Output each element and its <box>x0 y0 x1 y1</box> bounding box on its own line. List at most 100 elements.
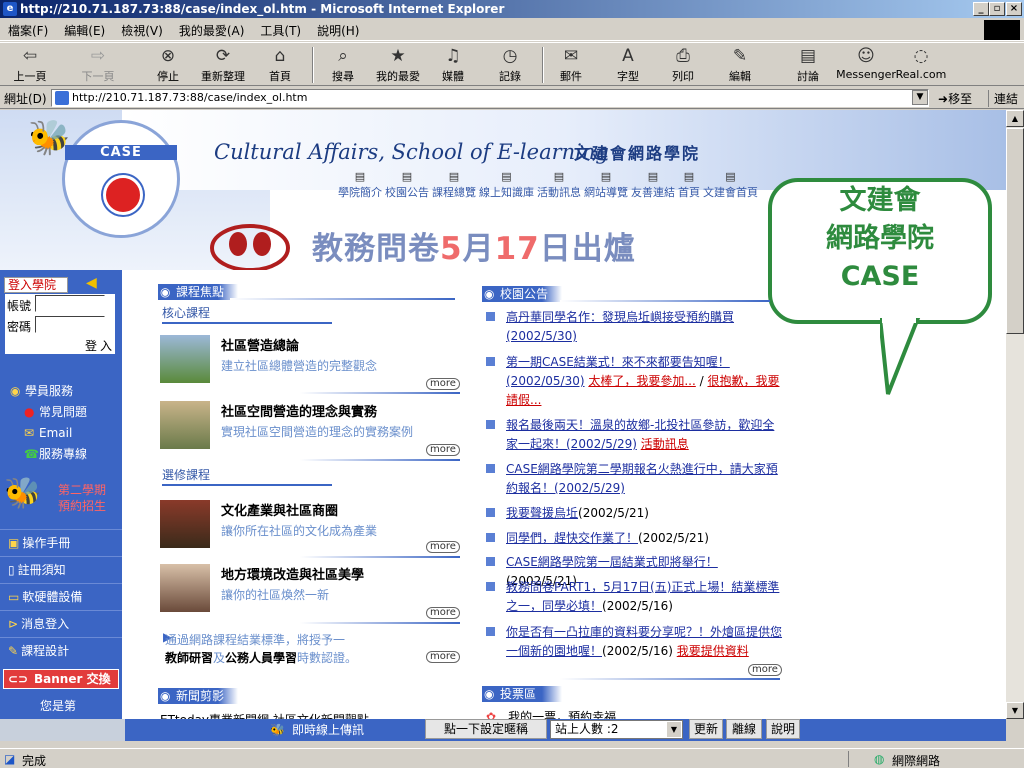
home-button[interactable]: ⌂ 首頁 <box>252 45 308 84</box>
login-tab[interactable]: 登入學院 <box>4 277 68 293</box>
online-count-select[interactable]: 站上人數 :2 <box>550 720 683 739</box>
mail-button[interactable]: ✉ 郵件 <box>543 45 599 84</box>
password-input[interactable] <box>35 316 105 333</box>
seal-text: CASE <box>65 145 177 160</box>
set-nickname-button[interactable]: 點一下設定暱稱 <box>425 719 547 739</box>
home-icon: ⌂ <box>274 46 286 66</box>
restore-button[interactable]: ▫ <box>989 2 1005 16</box>
course-item[interactable]: 地方環境改造與社區美學 讓你的社區煥然一新 <box>160 564 460 626</box>
menu-edit[interactable]: 編輯(E) <box>56 19 113 42</box>
news-item[interactable]: 報名最後兩天！溫泉的故鄉-北投社區參訪，歡迎全家一起來！(2002/5/29) … <box>486 416 782 454</box>
nav-home[interactable]: 首頁 <box>678 172 700 200</box>
news-item[interactable]: 高丹華同學名作：發現烏坵嶼接受預約購買(2002/5/30) <box>486 308 782 346</box>
course-item[interactable]: 文化產業與社區商圈 讓你所在社區的文化成為產業 <box>160 500 460 562</box>
vertical-scrollbar[interactable]: ▲ ▼ <box>1006 110 1024 719</box>
nav-student-services[interactable]: ◉ 學員服務 <box>0 380 122 402</box>
more-button[interactable]: more <box>426 378 460 390</box>
refresh-button[interactable]: ⟳ 重新整理 <box>195 45 251 84</box>
visitor-counter: 您是第 <box>40 699 77 713</box>
enroll-promo[interactable]: 🐝 第二學期 預約招生 <box>4 476 122 522</box>
pencil-icon: ✎ <box>8 644 19 658</box>
more-button[interactable]: more <box>426 541 460 553</box>
more-button[interactable]: more <box>426 607 460 619</box>
more-button[interactable]: more <box>426 444 460 456</box>
menu-favorites[interactable]: 我的最愛(A) <box>171 19 253 42</box>
news-item[interactable]: 同學們，趕快交作業了！(2002/5/21) <box>486 529 782 548</box>
menu-help[interactable]: 說明(H) <box>309 19 367 42</box>
more-button[interactable]: more <box>426 651 460 663</box>
ie-logo-icon: e <box>3 2 17 16</box>
scroll-thumb[interactable] <box>1006 128 1024 334</box>
arrow-left-icon: ◀ <box>86 275 97 291</box>
search-button[interactable]: ⌕ 搜尋 <box>315 45 371 84</box>
help-button[interactable]: 說明 <box>766 719 800 739</box>
banner-exchange-button[interactable]: ⊂⊃ Banner 交換 <box>3 669 119 689</box>
font-button[interactable]: A 字型 <box>600 45 656 84</box>
nav-events[interactable]: 活動訊息 <box>537 172 581 200</box>
close-button[interactable]: × <box>1006 2 1022 16</box>
links-button[interactable]: 連結 <box>988 90 1018 107</box>
real-button[interactable]: ◌ Real.com <box>893 45 949 81</box>
nav-software[interactable]: ▭ 軟硬體設備 <box>0 583 122 610</box>
stop-icon: ⊗ <box>160 46 176 66</box>
history-button[interactable]: ◷ 記錄 <box>482 45 538 84</box>
update-button[interactable]: 更新 <box>689 719 723 739</box>
live-message-button[interactable]: 🐝 即時線上傳訊 <box>270 721 364 739</box>
address-dropdown-icon[interactable]: ▼ <box>912 90 928 105</box>
address-input[interactable]: http://210.71.187.73:88/case/index_ol.ht… <box>51 89 929 107</box>
messenger-button[interactable]: ☺ Messenger <box>836 45 896 81</box>
menu-tools[interactable]: 工具(T) <box>252 19 309 42</box>
scroll-up-icon[interactable]: ▲ <box>1006 110 1024 127</box>
account-input[interactable] <box>35 295 105 312</box>
nav-design[interactable]: ✎ 課程設計 <box>0 637 122 664</box>
flower-icon: ✿ <box>486 710 497 719</box>
scroll-down-icon[interactable]: ▼ <box>1006 702 1024 719</box>
news-item[interactable]: CASE網路學院第二學期報名火熱進行中，請大家預約報名！(2002/5/29) <box>486 460 782 498</box>
back-button[interactable]: ⇦ 上一頁 <box>2 45 58 84</box>
favorites-button[interactable]: ★ 我的最愛 <box>370 45 426 84</box>
news-clip-text[interactable]: ETtoday專業新聞網 社區文化新聞觀點 <box>160 711 455 719</box>
search-icon: ⌕ <box>338 46 348 66</box>
offline-button[interactable]: 離線 <box>726 719 762 739</box>
nav-about[interactable]: 學院簡介 <box>338 172 382 200</box>
font-icon: A <box>622 46 634 66</box>
edit-button[interactable]: ✎ 編輯 <box>712 45 768 84</box>
promo-headline[interactable]: 教務問卷5月17日出爐 <box>312 223 636 268</box>
nav-knowledge[interactable]: 線上知識庫 <box>479 172 534 200</box>
menu-view[interactable]: 檢視(V) <box>113 19 171 42</box>
school-seal: CASE <box>62 120 180 238</box>
news-item[interactable]: 第一期CASE結業式！來不來都要告知喔！(2002/05/30) 太棒了，我要參… <box>486 353 782 410</box>
more-button[interactable]: more <box>748 664 782 676</box>
media-button[interactable]: ♫ 媒體 <box>425 45 481 84</box>
nav-courses[interactable]: 課程總覽 <box>432 172 476 200</box>
back-arrow-icon: ⇦ <box>22 46 38 66</box>
course-item[interactable]: 社區營造總論 建立社區總體營造的完整觀念 <box>160 335 460 397</box>
minimize-button[interactable]: _ <box>973 2 989 16</box>
nav-links[interactable]: 友善連結 <box>631 172 675 200</box>
bubble-tail <box>880 318 921 395</box>
print-button[interactable]: ⎙ 列印 <box>655 45 711 84</box>
discuss-button[interactable]: ▤ 討論 <box>780 45 836 84</box>
course-item[interactable]: 社區空間營造的理念與實務 實現社區空間營造的理念的實務案例 <box>160 401 460 463</box>
news-item[interactable]: 我要聲援烏坵(2002/5/21) <box>486 504 782 523</box>
nav-msg[interactable]: ⊳ 消息登入 <box>0 610 122 637</box>
msg-icon: ⊳ <box>8 617 19 631</box>
menu-file[interactable]: 檔案(F) <box>0 19 56 42</box>
nav-hotline[interactable]: ☎服務專線 <box>0 444 122 465</box>
stop-button[interactable]: ⊗ 停止 <box>140 45 196 84</box>
nav-manual[interactable]: ▣ 操作手冊 <box>0 529 122 556</box>
nav-notice[interactable]: ▯ 註冊須知 <box>0 556 122 583</box>
nav-sitemap[interactable]: 網站導覽 <box>584 172 628 200</box>
news-item[interactable]: 教務問卷PART1，5月17日(五)正式上場！結業標準之一，同學必填！(2002… <box>486 578 782 616</box>
vote-text[interactable]: ✿ 我的一票，預約幸福 <box>486 708 616 719</box>
nav-faq[interactable]: ● 常見問題 <box>0 402 122 423</box>
banner-title-zh: 文建會網路學院 <box>574 144 701 163</box>
forward-button[interactable]: ⇨ 下一頁 <box>70 45 126 84</box>
go-button[interactable]: ➜移至 <box>938 90 972 107</box>
nav-announce[interactable]: 校園公告 <box>385 172 429 200</box>
nav-cca-home[interactable]: 文建會首頁 <box>703 172 758 200</box>
title-bar: e http://210.71.187.73:88/case/index_ol.… <box>0 0 1024 18</box>
news-item[interactable]: 你是否有一凸拉庫的資料要分享呢？！外燴區提供您一個新的園地喔！(2002/5/1… <box>486 623 782 661</box>
login-button[interactable]: 登入 <box>65 337 115 353</box>
nav-email[interactable]: ✉ Email <box>0 423 122 444</box>
